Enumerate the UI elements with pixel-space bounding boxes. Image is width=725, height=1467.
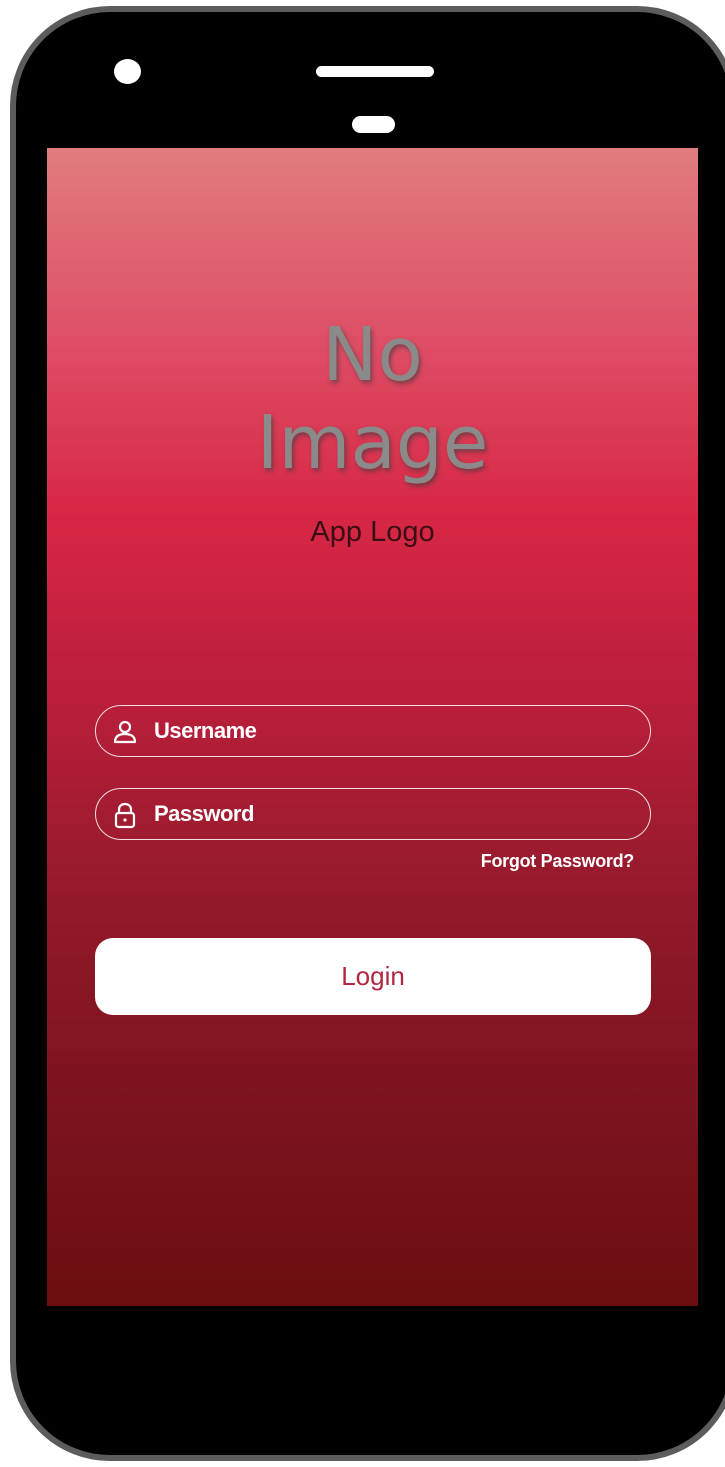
logo-placeholder-line-1: No [322, 312, 423, 398]
proximity-sensor [352, 116, 395, 133]
app-screen: No Image App Logo Forgot Password? Login [47, 148, 698, 1306]
login-button[interactable]: Login [95, 938, 651, 1015]
phone-frame: No Image App Logo Forgot Password? Login [10, 6, 725, 1461]
forgot-password-link[interactable]: Forgot Password? [481, 851, 635, 872]
password-input[interactable] [154, 789, 634, 838]
username-input[interactable] [154, 706, 634, 755]
logo-placeholder-line-2: Image [256, 400, 489, 486]
lock-icon [114, 802, 136, 829]
app-logo-caption: App Logo [310, 516, 435, 548]
front-camera [114, 59, 141, 84]
user-icon [113, 720, 137, 744]
username-field[interactable] [95, 705, 651, 757]
password-field[interactable] [95, 788, 651, 840]
earpiece-speaker [316, 66, 434, 77]
